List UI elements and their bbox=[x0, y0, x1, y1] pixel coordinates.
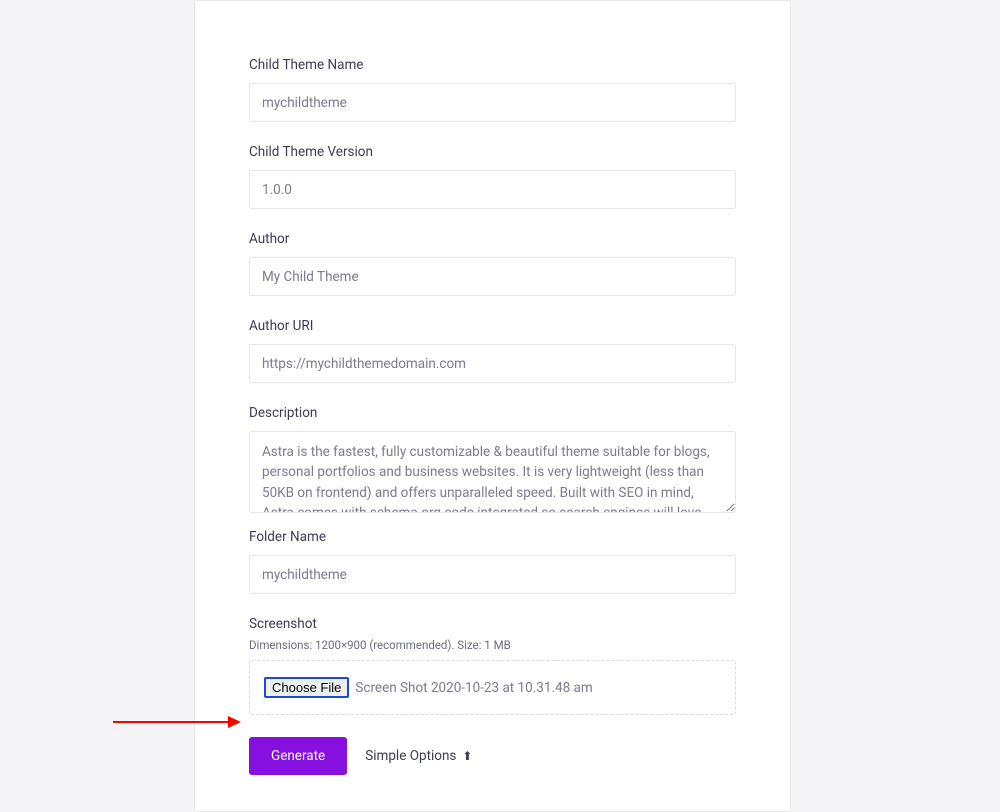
screenshot-hint: Dimensions: 1200×900 (recommended). Size… bbox=[249, 638, 736, 652]
screenshot-dropzone[interactable]: Choose File Screen Shot 2020-10-23 at 10… bbox=[249, 660, 736, 715]
label-author-uri: Author URI bbox=[249, 318, 736, 334]
input-author[interactable] bbox=[249, 257, 736, 296]
field-screenshot: Screenshot Dimensions: 1200×900 (recomme… bbox=[249, 616, 736, 715]
collapse-up-icon: ⬆ bbox=[462, 749, 472, 763]
field-folder-name: Folder Name bbox=[249, 529, 736, 594]
generate-button[interactable]: Generate bbox=[249, 737, 347, 775]
choose-file-button[interactable]: Choose File bbox=[264, 677, 349, 698]
input-child-theme-name[interactable] bbox=[249, 83, 736, 122]
field-description: Description bbox=[249, 405, 736, 517]
input-folder-name[interactable] bbox=[249, 555, 736, 594]
field-child-theme-version: Child Theme Version bbox=[249, 144, 736, 209]
form-actions: Generate Simple Options ⬆ bbox=[249, 737, 736, 775]
label-screenshot: Screenshot bbox=[249, 616, 736, 632]
chosen-file-name: Screen Shot 2020-10-23 at 10.31.48 am bbox=[355, 680, 592, 696]
input-child-theme-version[interactable] bbox=[249, 170, 736, 209]
field-author-uri: Author URI bbox=[249, 318, 736, 383]
input-author-uri[interactable] bbox=[249, 344, 736, 383]
input-description[interactable] bbox=[249, 431, 736, 513]
label-author: Author bbox=[249, 231, 736, 247]
simple-options-label: Simple Options bbox=[365, 748, 456, 764]
label-child-theme-name: Child Theme Name bbox=[249, 57, 736, 73]
label-folder-name: Folder Name bbox=[249, 529, 736, 545]
label-description: Description bbox=[249, 405, 736, 421]
child-theme-form-card: Child Theme Name Child Theme Version Aut… bbox=[194, 0, 791, 812]
label-child-theme-version: Child Theme Version bbox=[249, 144, 736, 160]
field-child-theme-name: Child Theme Name bbox=[249, 57, 736, 122]
field-author: Author bbox=[249, 231, 736, 296]
simple-options-link[interactable]: Simple Options ⬆ bbox=[365, 748, 472, 764]
